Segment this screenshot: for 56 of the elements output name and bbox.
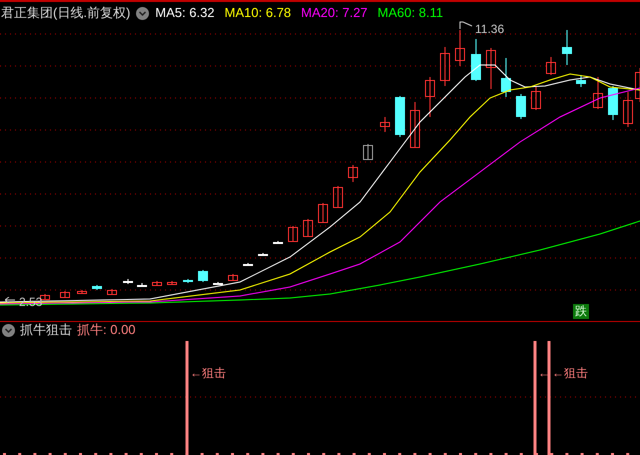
signal-label: ←狙击 xyxy=(190,366,226,380)
candlestick xyxy=(471,38,481,82)
candlestick xyxy=(333,186,343,208)
arrow-icon xyxy=(5,297,15,303)
candlestick xyxy=(486,48,496,90)
candlestick xyxy=(425,76,435,118)
candlestick xyxy=(60,290,70,298)
candlestick xyxy=(608,86,618,120)
candlestick xyxy=(531,86,541,110)
moving-average-value: MA20: 7.27 xyxy=(301,4,368,22)
candlestick xyxy=(228,274,238,282)
candlestick xyxy=(348,164,358,182)
candlestick xyxy=(576,74,586,88)
marker-icon xyxy=(459,21,473,29)
signal-label: ←狙击 xyxy=(552,366,588,380)
candlestick xyxy=(318,202,328,224)
signal-label: ← xyxy=(538,366,550,380)
candlestick xyxy=(213,282,223,286)
indicator-name: 抓牛狙击 xyxy=(20,321,72,340)
low-price-label: 2.53 xyxy=(19,294,42,311)
candlestick xyxy=(516,94,526,120)
candlestick xyxy=(258,252,268,256)
dropdown-icon[interactable] xyxy=(2,324,15,336)
candlestick xyxy=(635,68,640,102)
candlestick xyxy=(562,30,572,66)
candlestick xyxy=(92,284,102,290)
moving-average-value: MA10: 6.78 xyxy=(224,4,292,22)
candlestick xyxy=(288,226,298,242)
candlestick xyxy=(167,280,177,286)
candlestick xyxy=(546,56,556,76)
candlestick xyxy=(40,294,50,300)
high-price-label: 11.36 xyxy=(475,21,504,38)
moving-average-value: MA5: 6.32 xyxy=(155,4,215,22)
candlestick xyxy=(303,218,313,238)
candlestick xyxy=(107,288,117,296)
candlestick xyxy=(455,30,465,66)
candlestick xyxy=(152,280,162,286)
candlestick xyxy=(363,144,373,160)
signal-badge: 跌 xyxy=(573,304,589,319)
candlestick xyxy=(395,96,405,138)
dropdown-icon[interactable] xyxy=(136,6,150,20)
candlestick xyxy=(243,262,253,266)
candlestick xyxy=(410,102,420,148)
candlestick xyxy=(623,92,633,128)
candlestick xyxy=(273,240,283,244)
candlestick xyxy=(137,282,147,288)
indicator-reading: 抓牛: 0.00 xyxy=(77,321,136,340)
candlestick xyxy=(380,116,390,132)
candlestick xyxy=(77,290,87,294)
candlestick xyxy=(593,76,603,110)
candlestick xyxy=(123,278,133,284)
candlestick xyxy=(198,270,208,282)
candlestick xyxy=(440,46,450,86)
stock-title: 君正集团(日线.前复权) xyxy=(1,4,130,22)
moving-average-value: MA60: 8.11 xyxy=(378,4,444,22)
candlestick xyxy=(501,58,511,98)
